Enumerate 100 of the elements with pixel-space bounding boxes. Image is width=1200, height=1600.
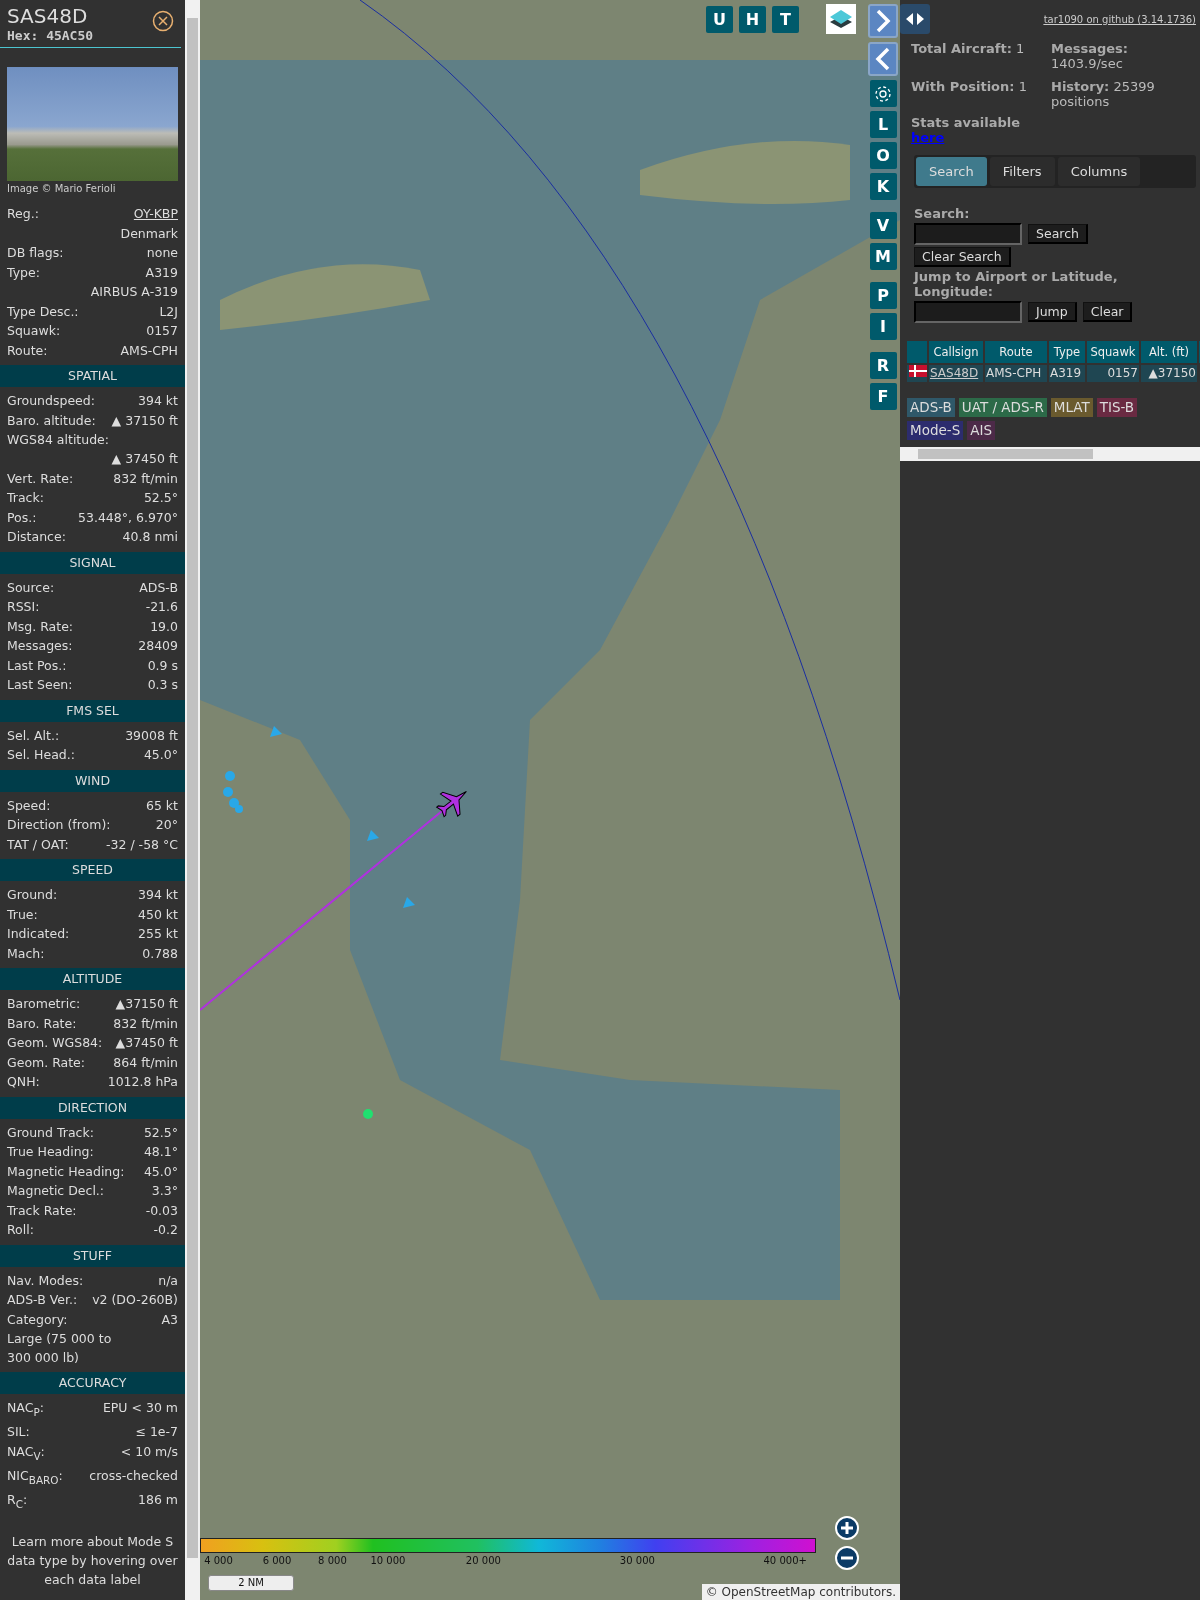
column-header[interactable]: Type	[1049, 341, 1085, 363]
zoom-in-button[interactable]	[835, 1516, 859, 1540]
map-toggle-button[interactable]: V	[869, 212, 897, 239]
column-header[interactable]: Alt. (ft)	[1141, 341, 1197, 363]
field-value: v2 (DO-260B)	[92, 1291, 178, 1309]
field-label: Ground Track:	[7, 1123, 94, 1142]
legend-label: 4 000	[204, 1555, 233, 1566]
field-label: Messages:	[7, 637, 73, 655]
clear-search-button[interactable]: Clear Search	[914, 247, 1011, 267]
layers-button[interactable]	[826, 4, 856, 34]
jump-button[interactable]: Jump	[1028, 302, 1077, 322]
callsign-link[interactable]: SAS48D	[930, 366, 979, 380]
section-header: SPATIAL	[0, 365, 185, 387]
field-value: -0.2	[153, 1221, 178, 1239]
previous-button[interactable]	[868, 42, 898, 76]
field-label: TAT / OAT:	[7, 835, 69, 854]
map-toggle-button[interactable]: P	[869, 282, 897, 309]
tab[interactable]: Columns	[1057, 157, 1141, 186]
settings-icon	[873, 83, 893, 104]
vessel-markers[interactable]	[223, 771, 243, 813]
sidebar-toggle-button[interactable]	[900, 4, 930, 34]
map-toggle-button[interactable]: T	[772, 6, 799, 33]
github-link[interactable]: tar1090 on github (3.14.1736)	[1043, 14, 1196, 25]
horizontal-scrollbar[interactable]	[900, 447, 1200, 461]
field-value: -0.03	[145, 1201, 178, 1220]
field-value: -32 / -58 °C	[106, 835, 178, 854]
field-value: 52.5°	[143, 489, 178, 507]
field-value: 52.5°	[143, 1123, 178, 1142]
field-label: Geom. Rate:	[7, 1053, 86, 1072]
source-tag: TIS-B	[1096, 398, 1138, 417]
registration-link[interactable]: OY-KBP	[133, 204, 178, 224]
field-value: 53.448°, 6.970°	[78, 508, 178, 527]
field-label: Magnetic Decl.:	[7, 1182, 105, 1200]
location-dot	[363, 1109, 373, 1119]
next-button[interactable]	[868, 4, 898, 38]
section-header: FMS SEL	[0, 699, 185, 722]
field-label: Source:	[7, 578, 55, 597]
hex-code: Hex: 45AC50	[7, 28, 94, 43]
chevron-left-icon	[875, 47, 891, 71]
stats-note: Stats available	[911, 115, 1022, 130]
section-header: ACCURACY	[0, 1372, 185, 1394]
scale-bar: 2 NM	[208, 1575, 294, 1591]
field-label: Magnetic Heading:	[7, 1162, 125, 1181]
field-label: Indicated:	[7, 925, 70, 943]
map-toggle-button[interactable]: U	[706, 6, 733, 33]
map-toggle-button[interactable]: I	[869, 313, 897, 340]
legend-label: 6 000	[262, 1555, 292, 1566]
table-cell: 0157	[1087, 365, 1139, 382]
field-value: 1012.8 hPa	[107, 1073, 178, 1091]
triangle-marker[interactable]	[270, 726, 282, 737]
close-icon[interactable]	[152, 10, 174, 32]
field-value: n/a	[158, 1271, 178, 1290]
scrollbar[interactable]	[185, 0, 200, 1600]
section-header: SPEED	[0, 859, 185, 881]
map-toggle-button[interactable]: O	[869, 142, 897, 169]
field-value: EPU < 30 m	[102, 1399, 178, 1417]
settings-button[interactable]	[869, 80, 897, 107]
clear-button[interactable]: Clear	[1082, 302, 1133, 322]
field-label: QNH:	[7, 1073, 40, 1091]
zoom-out-button[interactable]	[835, 1546, 859, 1570]
column-header[interactable]: Route	[985, 341, 1047, 363]
map-toggle-button[interactable]: L	[869, 111, 897, 138]
search-field[interactable]	[914, 223, 1022, 245]
triangle-marker[interactable]	[403, 897, 415, 908]
jump-field[interactable]	[914, 301, 1022, 323]
map-attribution: © OpenStreetMap contributors.	[701, 1584, 900, 1600]
legend-label: 10 000	[370, 1555, 406, 1566]
column-header[interactable]: Callsign	[929, 341, 983, 363]
triangle-marker[interactable]	[367, 830, 379, 841]
field-value: 394 kt	[138, 392, 178, 410]
map-toggle-button[interactable]: M	[869, 243, 897, 270]
field-value: 0.788	[142, 944, 178, 963]
field-value: 186 m	[138, 1490, 178, 1509]
field-label: Roll:	[7, 1221, 34, 1239]
photo-credit: Image © Mario Ferioli	[6, 182, 117, 196]
field-label: Last Seen:	[7, 676, 73, 694]
map-toggle-button[interactable]: H	[739, 6, 766, 33]
field-value: ≤ 1e-7	[135, 1423, 178, 1441]
field-label: Baro. altitude:	[7, 411, 96, 430]
field-label: Last Pos.:	[7, 656, 67, 675]
map-background[interactable]: U H T L O K V M P I R F 4 000 6 000 8 000 10 000 20 000 30 000 40 000+ 2 NM © OpenStreetMap contributors.	[200, 0, 900, 1600]
field-value: 20°	[155, 816, 178, 834]
field-label: Direction (from):	[7, 816, 111, 834]
map-toggle-button[interactable]: K	[869, 173, 897, 200]
field-label: ADS-B Ver.:	[7, 1291, 78, 1309]
field-value: 45.0°	[143, 746, 178, 764]
source-tag: UAT / ADS-R	[958, 398, 1047, 417]
map-toggle-button[interactable]: F	[869, 383, 897, 410]
scrollbar-thumb[interactable]	[918, 449, 1093, 459]
tab[interactable]: Filters	[989, 157, 1055, 186]
scrollbar-thumb[interactable]	[187, 18, 198, 1558]
stat-text: Total Aircraft: 1	[911, 41, 1026, 58]
aircraft-icon[interactable]	[436, 791, 467, 818]
field-value: ▲ 37150 ft	[111, 411, 178, 430]
search-button[interactable]: Search	[1028, 224, 1088, 244]
tab[interactable]: Search	[916, 157, 987, 186]
field-label: Nav. Modes:	[7, 1271, 84, 1290]
column-header[interactable]: Squawk	[1087, 341, 1139, 363]
map-toggle-button[interactable]: R	[869, 352, 897, 379]
field-label: Sel. Head.:	[7, 746, 75, 764]
